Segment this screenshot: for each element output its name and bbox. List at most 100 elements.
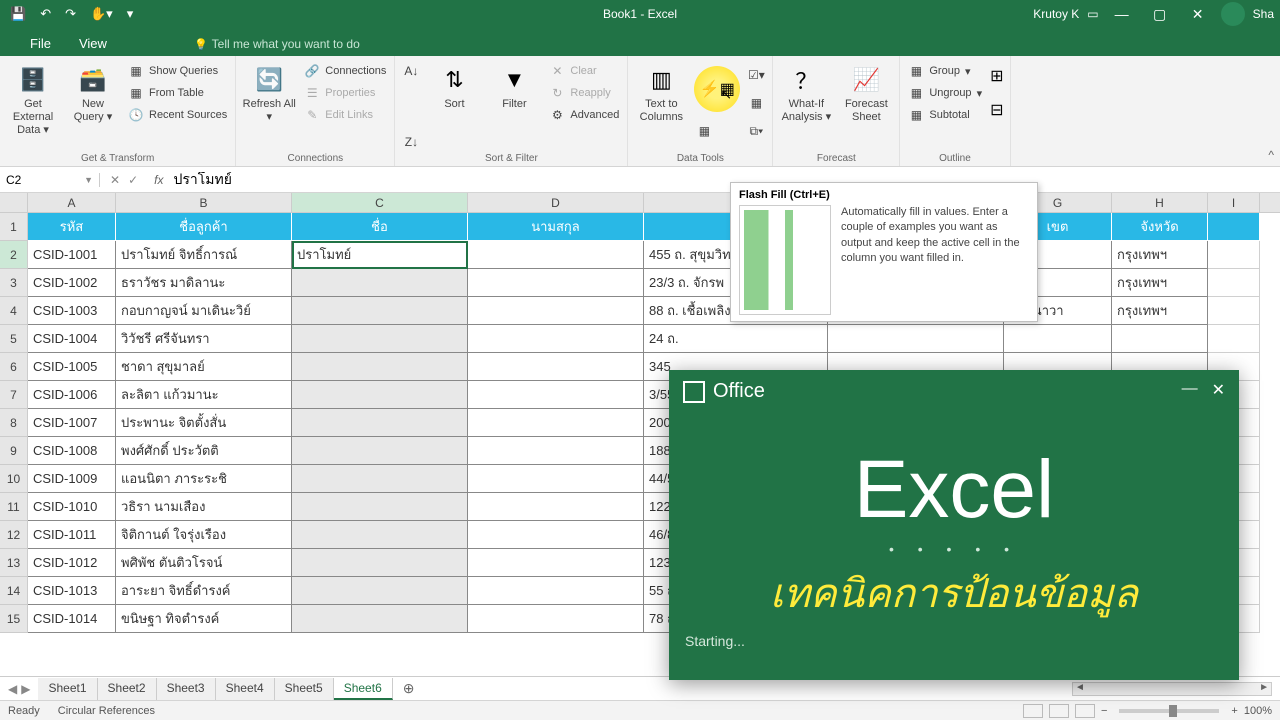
subtotal-button[interactable]: ▦Subtotal [906, 106, 984, 124]
show-detail-icon[interactable]: ⊞ [990, 66, 1003, 86]
cell-D11[interactable] [468, 493, 644, 521]
cell-A1[interactable]: รหัส [28, 213, 116, 241]
cell-D13[interactable] [468, 549, 644, 577]
collapse-ribbon-button[interactable]: ^ [1268, 148, 1274, 162]
sheet-tab-sheet4[interactable]: Sheet4 [216, 678, 275, 700]
cell-C11[interactable] [292, 493, 468, 521]
cell-B11[interactable]: วธิรา นามเสือง [116, 493, 292, 521]
sheet-nav-first[interactable]: ◀ [8, 682, 17, 696]
cell-D10[interactable] [468, 465, 644, 493]
cell-B4[interactable]: กอบกาญจน์ มาเดินะวิย์ [116, 297, 292, 325]
tab-file[interactable]: File [16, 31, 65, 56]
cell-A4[interactable]: CSID-1003 [28, 297, 116, 325]
row-header-1[interactable]: 1 [0, 213, 28, 241]
cell-D14[interactable] [468, 577, 644, 605]
cell-D7[interactable] [468, 381, 644, 409]
cell-A14[interactable]: CSID-1013 [28, 577, 116, 605]
what-if-button[interactable]: ？ What-If Analysis ▾ [779, 60, 833, 151]
touch-mode-icon[interactable]: ✋▾ [90, 6, 113, 22]
cell-C1[interactable]: ชื่อ [292, 213, 468, 241]
user-avatar[interactable] [1221, 2, 1245, 26]
cell-C12[interactable] [292, 521, 468, 549]
filter-button[interactable]: ▼ Filter [487, 60, 541, 151]
horizontal-scrollbar[interactable] [1072, 682, 1272, 696]
row-header-6[interactable]: 6 [0, 353, 28, 381]
cell-H4[interactable]: กรุงเทพฯ [1112, 297, 1208, 325]
cell-D6[interactable] [468, 353, 644, 381]
row-header-2[interactable]: 2 [0, 241, 28, 269]
row-header-3[interactable]: 3 [0, 269, 28, 297]
row-header-9[interactable]: 9 [0, 437, 28, 465]
row-header-7[interactable]: 7 [0, 381, 28, 409]
cell-C3[interactable] [292, 269, 468, 297]
cell-C15[interactable] [292, 605, 468, 633]
row-header-10[interactable]: 10 [0, 465, 28, 493]
splash-close-button[interactable]: ✕ [1212, 380, 1225, 403]
cell-A11[interactable]: CSID-1010 [28, 493, 116, 521]
cell-A13[interactable]: CSID-1012 [28, 549, 116, 577]
add-sheet-button[interactable]: ⊕ [393, 680, 425, 697]
cell-A8[interactable]: CSID-1007 [28, 409, 116, 437]
consolidate-button[interactable]: ▦ [746, 94, 766, 112]
column-header-D[interactable]: D [468, 193, 644, 212]
row-header-15[interactable]: 15 [0, 605, 28, 633]
row-header-4[interactable]: 4 [0, 297, 28, 325]
normal-view-button[interactable] [1023, 704, 1043, 718]
relationships-button[interactable]: ⧉▾ [746, 122, 766, 140]
column-header-C[interactable]: C [292, 193, 468, 212]
cell-C7[interactable] [292, 381, 468, 409]
cell-D3[interactable] [468, 269, 644, 297]
share-button[interactable]: Sha [1253, 7, 1274, 21]
page-break-view-button[interactable] [1075, 704, 1095, 718]
cell-A10[interactable]: CSID-1009 [28, 465, 116, 493]
zoom-slider[interactable] [1119, 709, 1219, 713]
qat-customize-icon[interactable]: ▾ [127, 6, 134, 22]
cell-B10[interactable]: แอนนิตา ภาระระชิ [116, 465, 292, 493]
cell-B1[interactable]: ชื่อลูกค้า [116, 213, 292, 241]
cell-I3[interactable] [1208, 269, 1260, 297]
recent-sources-button[interactable]: 🕓Recent Sources [126, 106, 229, 124]
cell-B9[interactable]: พงศ์ศักดิ์ ประวัตติ [116, 437, 292, 465]
cell-D1[interactable]: นามสกุล [468, 213, 644, 241]
column-header-H[interactable]: H [1112, 193, 1208, 212]
cell-C4[interactable] [292, 297, 468, 325]
cell-A12[interactable]: CSID-1011 [28, 521, 116, 549]
cell-B8[interactable]: ประพานะ จิตตั้งสั่น [116, 409, 292, 437]
cell-D8[interactable] [468, 409, 644, 437]
cell-A6[interactable]: CSID-1005 [28, 353, 116, 381]
undo-icon[interactable]: ↶ [40, 6, 51, 22]
cell-A7[interactable]: CSID-1006 [28, 381, 116, 409]
zoom-level[interactable]: 100% [1244, 705, 1272, 717]
redo-icon[interactable]: ↷ [65, 6, 76, 22]
splash-minimize-button[interactable]: — [1182, 380, 1198, 403]
refresh-all-button[interactable]: 🔄 Refresh All ▾ [242, 60, 296, 151]
row-header-5[interactable]: 5 [0, 325, 28, 353]
cell-B5[interactable]: วิวัชรี ศรีจันทรา [116, 325, 292, 353]
sheet-tab-sheet2[interactable]: Sheet2 [98, 678, 157, 700]
cell-C10[interactable] [292, 465, 468, 493]
zoom-out-button[interactable]: − [1101, 705, 1107, 717]
chevron-down-icon[interactable]: ▼ [84, 175, 93, 185]
cell-I4[interactable] [1208, 297, 1260, 325]
data-validation-button[interactable]: ☑▾ [746, 66, 766, 84]
cell-A5[interactable]: CSID-1004 [28, 325, 116, 353]
row-header-11[interactable]: 11 [0, 493, 28, 521]
cell-A15[interactable]: CSID-1014 [28, 605, 116, 633]
row-header-8[interactable]: 8 [0, 409, 28, 437]
cell-F5[interactable] [828, 325, 1004, 353]
text-to-columns-button[interactable]: ▥ Text to Columns [634, 60, 688, 151]
cell-C9[interactable] [292, 437, 468, 465]
cell-G5[interactable] [1004, 325, 1112, 353]
cell-I1[interactable] [1208, 213, 1260, 241]
advanced-button[interactable]: ⚙Advanced [547, 106, 621, 124]
tell-me-search[interactable]: Tell me what you want to do [186, 32, 368, 56]
group-button[interactable]: ▦Group ▾ [906, 62, 984, 80]
remove-duplicates-button[interactable]: ▦ [694, 122, 740, 140]
from-table-button[interactable]: ▦From Table [126, 84, 229, 102]
cell-B2[interactable]: ปราโมทย์ จิทธิ์การณ์ [116, 241, 292, 269]
sort-asc-button[interactable]: A↓ [401, 62, 421, 80]
cell-D5[interactable] [468, 325, 644, 353]
forecast-sheet-button[interactable]: 📈 Forecast Sheet [839, 60, 893, 151]
close-button[interactable]: ✕ [1183, 6, 1213, 23]
select-all-corner[interactable] [0, 193, 28, 212]
